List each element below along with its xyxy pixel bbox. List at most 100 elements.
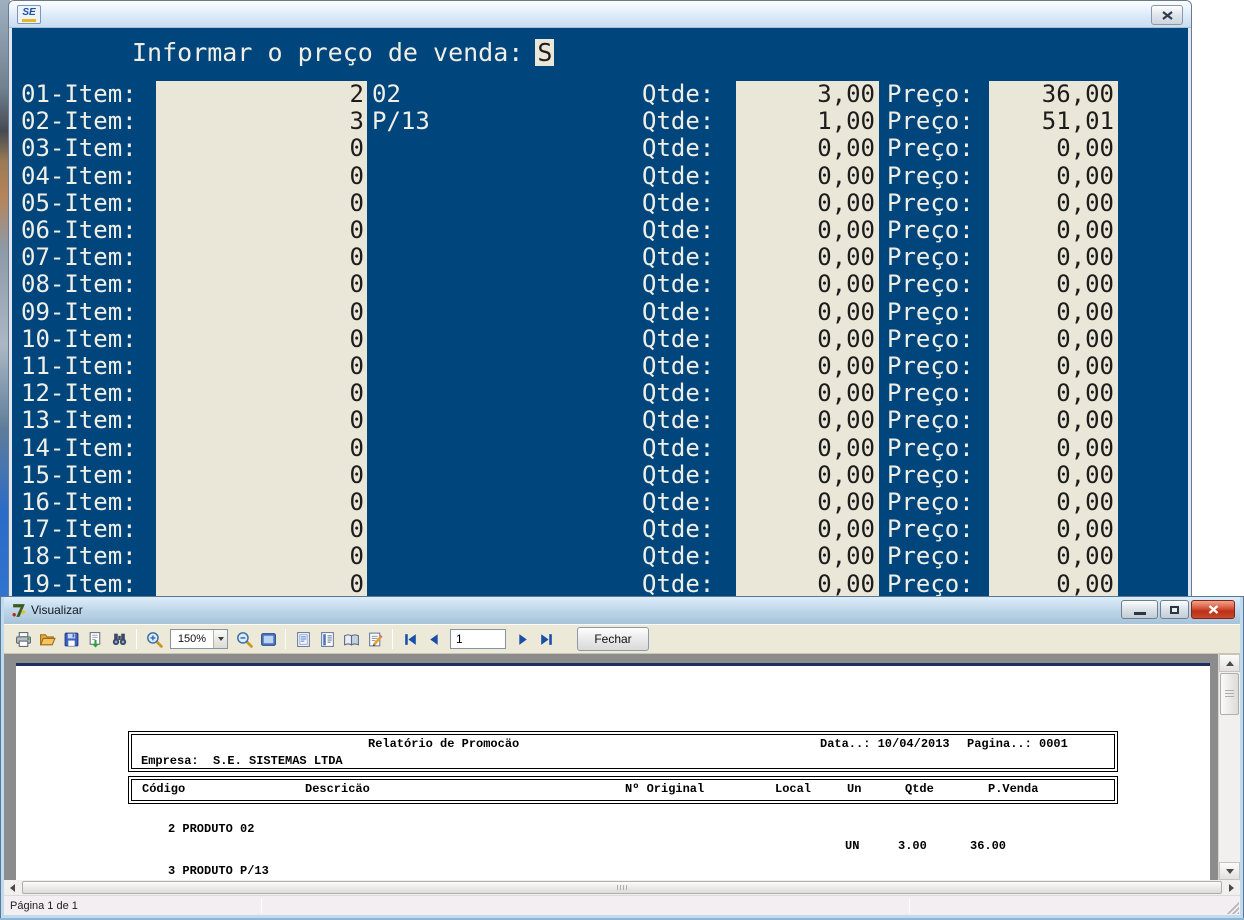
item-code-field[interactable]: 0 — [156, 326, 364, 353]
open-button[interactable] — [36, 628, 58, 650]
export-button[interactable] — [84, 628, 106, 650]
price-field[interactable]: 0,00 — [989, 271, 1114, 298]
price-field[interactable]: 51,01 — [989, 108, 1114, 135]
item-code-field[interactable]: 0 — [156, 462, 364, 489]
item-code-field[interactable]: 0 — [156, 271, 364, 298]
item-code-field[interactable]: 0 — [156, 299, 364, 326]
qty-field[interactable]: 3,00 — [736, 81, 875, 108]
scroll-right-icon — [1229, 884, 1234, 892]
scroll-down-button[interactable] — [1219, 862, 1240, 880]
price-field[interactable]: 0,00 — [989, 353, 1114, 380]
price-field[interactable]: 0,00 — [989, 244, 1114, 271]
fechar-button[interactable]: Fechar — [577, 627, 649, 651]
item-code-field[interactable]: 0 — [156, 217, 364, 244]
restore-button[interactable] — [1160, 600, 1189, 619]
qty-field[interactable]: 0,00 — [736, 380, 875, 407]
search-button[interactable] — [108, 628, 130, 650]
price-field[interactable]: 0,00 — [989, 217, 1114, 244]
vertical-scrollbar[interactable] — [1218, 654, 1240, 880]
qty-field[interactable]: 0,00 — [736, 571, 875, 596]
item-code-field[interactable]: 3 — [156, 108, 364, 135]
price-field[interactable]: 0,00 — [989, 407, 1114, 434]
page-list-button[interactable] — [316, 628, 338, 650]
item-code-field[interactable]: 0 — [156, 163, 364, 190]
item-code-field[interactable]: 0 — [156, 516, 364, 543]
scroll-down-icon — [1226, 869, 1234, 874]
minimize-button[interactable] — [1121, 600, 1158, 619]
zoom-level-combo[interactable]: 150% — [170, 629, 228, 649]
price-field[interactable]: 0,00 — [989, 163, 1114, 190]
item-code-field[interactable]: 0 — [156, 435, 364, 462]
item-code-field[interactable]: 0 — [156, 571, 364, 596]
item-row: 08-Item: 0 Qtde: 0,00 Preço: 0,00 — [12, 271, 1188, 298]
item-code-field[interactable]: 2 — [156, 81, 364, 108]
col-header-qtde: Qtde — [905, 783, 934, 796]
dos-titlebar: SE — [9, 1, 1191, 28]
qty-field[interactable]: 0,00 — [736, 217, 875, 244]
item-code-field[interactable]: 0 — [156, 489, 364, 516]
scroll-right-button[interactable] — [1223, 880, 1240, 895]
resize-grip-icon[interactable] — [1227, 902, 1239, 914]
zoom-in-button[interactable] — [143, 628, 165, 650]
zoom-dropdown-button[interactable] — [213, 630, 227, 648]
save-button[interactable] — [60, 628, 82, 650]
vertical-scroll-thumb[interactable] — [1220, 673, 1239, 715]
book-view-button[interactable] — [340, 628, 362, 650]
prev-page-button[interactable] — [423, 628, 445, 650]
page-margins-button[interactable] — [292, 628, 314, 650]
price-field[interactable]: 0,00 — [989, 326, 1114, 353]
horizontal-scrollbar[interactable] — [4, 880, 1240, 895]
qty-field[interactable]: 0,00 — [736, 435, 875, 462]
fit-page-button[interactable] — [257, 628, 279, 650]
price-field[interactable]: 0,00 — [989, 135, 1114, 162]
price-field[interactable]: 0,00 — [989, 462, 1114, 489]
last-page-button[interactable] — [535, 628, 557, 650]
item-code-field[interactable]: 0 — [156, 543, 364, 570]
qty-field[interactable]: 0,00 — [736, 462, 875, 489]
qty-field[interactable]: 0,00 — [736, 516, 875, 543]
next-page-button[interactable] — [511, 628, 533, 650]
qty-field[interactable]: 0,00 — [736, 407, 875, 434]
item-row-label: 02-Item: — [21, 108, 137, 135]
first-page-button[interactable] — [399, 628, 421, 650]
item-code-field[interactable]: 0 — [156, 135, 364, 162]
price-field[interactable]: 0,00 — [989, 190, 1114, 217]
qty-field[interactable]: 0,00 — [736, 135, 875, 162]
item-row-label: 16-Item: — [21, 489, 137, 516]
print-button[interactable] — [12, 628, 34, 650]
close-button[interactable] — [1191, 600, 1235, 619]
viz-titlebar: Visualizar — [4, 597, 1240, 624]
price-field[interactable]: 0,00 — [989, 299, 1114, 326]
item-row: 03-Item: 0 Qtde: 0,00 Preço: 0,00 — [12, 135, 1188, 162]
price-field[interactable]: 0,00 — [989, 571, 1114, 596]
qty-field[interactable]: 0,00 — [736, 190, 875, 217]
scroll-left-button[interactable] — [4, 880, 21, 895]
price-field[interactable]: 0,00 — [989, 489, 1114, 516]
horizontal-scroll-thumb[interactable] — [22, 881, 1222, 894]
price-field[interactable]: 0,00 — [989, 380, 1114, 407]
item-code-field[interactable]: 0 — [156, 190, 364, 217]
qty-field[interactable]: 0,00 — [736, 543, 875, 570]
price-field[interactable]: 0,00 — [989, 435, 1114, 462]
qty-field[interactable]: 0,00 — [736, 299, 875, 326]
item-code-field[interactable]: 0 — [156, 353, 364, 380]
prompt-input-cursor[interactable]: S — [535, 39, 554, 66]
price-field[interactable]: 36,00 — [989, 81, 1114, 108]
price-field[interactable]: 0,00 — [989, 516, 1114, 543]
qty-field[interactable]: 0,00 — [736, 489, 875, 516]
item-code-field[interactable]: 0 — [156, 244, 364, 271]
price-field[interactable]: 0,00 — [989, 543, 1114, 570]
edit-page-button[interactable] — [364, 628, 386, 650]
page-number-input[interactable] — [450, 629, 506, 649]
scroll-up-button[interactable] — [1219, 654, 1240, 672]
zoom-out-button[interactable] — [233, 628, 255, 650]
qty-field[interactable]: 0,00 — [736, 244, 875, 271]
qty-field[interactable]: 1,00 — [736, 108, 875, 135]
qty-field[interactable]: 0,00 — [736, 271, 875, 298]
item-code-field[interactable]: 0 — [156, 380, 364, 407]
close-button[interactable] — [1151, 5, 1183, 25]
qty-field[interactable]: 0,00 — [736, 353, 875, 380]
item-code-field[interactable]: 0 — [156, 407, 364, 434]
qty-field[interactable]: 0,00 — [736, 163, 875, 190]
qty-field[interactable]: 0,00 — [736, 326, 875, 353]
